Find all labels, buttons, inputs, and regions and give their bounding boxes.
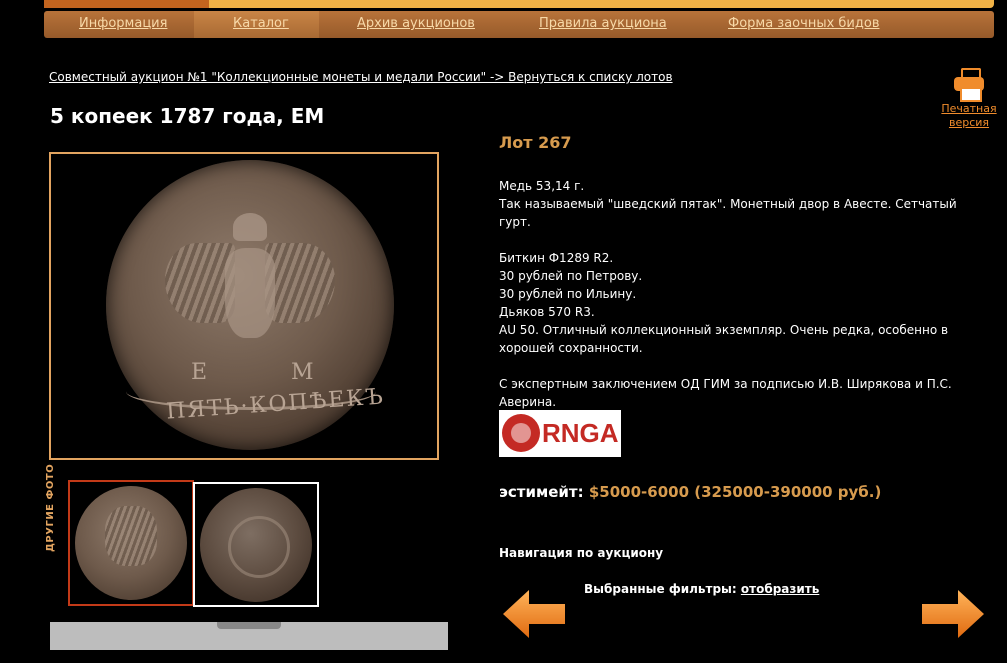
main-coin-photo[interactable]: Е М ПЯТЬ·КОПѢЕКЪ: [49, 152, 439, 460]
print-label-line2[interactable]: версия: [940, 116, 998, 130]
estimate-value: $5000-6000 (325000-390000 руб.): [588, 483, 882, 501]
gallery-scrollbar[interactable]: [50, 622, 448, 650]
rnga-lion-icon: [502, 414, 540, 452]
main-nav: Информация Каталог Архив аукционов Прави…: [44, 11, 994, 38]
nav-item-catalog[interactable]: Каталог: [233, 16, 289, 31]
estimate-label: эстимейт:: [499, 483, 584, 501]
thumbnail-obverse[interactable]: [68, 480, 194, 606]
coin-obverse-image: Е М ПЯТЬ·КОПѢЕКЪ: [106, 160, 394, 450]
filters-show-link[interactable]: отобразить: [741, 582, 819, 596]
coin-mint-letter-e: Е: [191, 360, 208, 385]
monogram-image: [228, 516, 290, 578]
nav-item-archive[interactable]: Архив аукционов: [357, 16, 475, 31]
desc-line: 30 рублей по Петрову.: [499, 269, 643, 283]
next-lot-arrow-icon[interactable]: [920, 588, 984, 640]
nav-item-info[interactable]: Информация: [79, 16, 167, 31]
double-headed-eagle-image: [165, 213, 335, 373]
top-strip-accent: [44, 0, 209, 8]
coin-thumb-obverse-image: [75, 486, 187, 600]
estimate: эстимейт: $5000-6000 (325000-390000 руб.…: [499, 483, 881, 501]
breadcrumb-back-link[interactable]: Совместный аукцион №1 "Коллекционные мон…: [49, 70, 673, 84]
print-label-line1[interactable]: Печатная: [940, 102, 998, 116]
coin-mint-letter-m: М: [291, 360, 314, 385]
desc-line: Биткин Ф1289 R2.: [499, 251, 614, 265]
desc-line: Так называемый "шведский пятак". Монетны…: [499, 197, 957, 229]
nav-item-bid-form[interactable]: Форма заочных бидов: [728, 16, 879, 31]
other-photos-label: ДРУГИЕ ФОТО: [45, 463, 56, 552]
coin-thumb-reverse-image: [200, 488, 312, 602]
mini-eagle-image: [105, 506, 157, 566]
printer-icon[interactable]: [953, 68, 985, 102]
print-version-button[interactable]: Печатная версия: [940, 68, 998, 130]
auction-nav-title: Навигация по аукциону: [499, 546, 664, 560]
thumbnail-reverse[interactable]: [193, 482, 319, 607]
desc-line: Дьяков 570 R3.: [499, 305, 595, 319]
lot-title: 5 копеек 1787 года, ЕМ: [50, 104, 325, 128]
rnga-logo[interactable]: RNGA: [499, 410, 621, 457]
desc-line: Медь 53,14 г.: [499, 179, 585, 193]
desc-line: С экспертным заключением ОД ГИМ за подпи…: [499, 377, 952, 409]
rnga-logo-text: RNGA: [542, 418, 619, 448]
filters-label: Выбранные фильтры:: [584, 582, 737, 596]
lot-number: Лот 267: [499, 133, 572, 152]
desc-line: 30 рублей по Ильину.: [499, 287, 637, 301]
gallery-scrollbar-thumb[interactable]: [217, 622, 281, 629]
prev-lot-arrow-icon[interactable]: [503, 588, 567, 640]
lot-description: Медь 53,14 г. Так называемый "шведский п…: [499, 177, 979, 411]
nav-item-rules[interactable]: Правила аукциона: [539, 16, 667, 31]
selected-filters: Выбранные фильтры: отобразить: [584, 582, 819, 596]
desc-line: AU 50. Отличный коллекционный экземпляр.…: [499, 323, 949, 355]
